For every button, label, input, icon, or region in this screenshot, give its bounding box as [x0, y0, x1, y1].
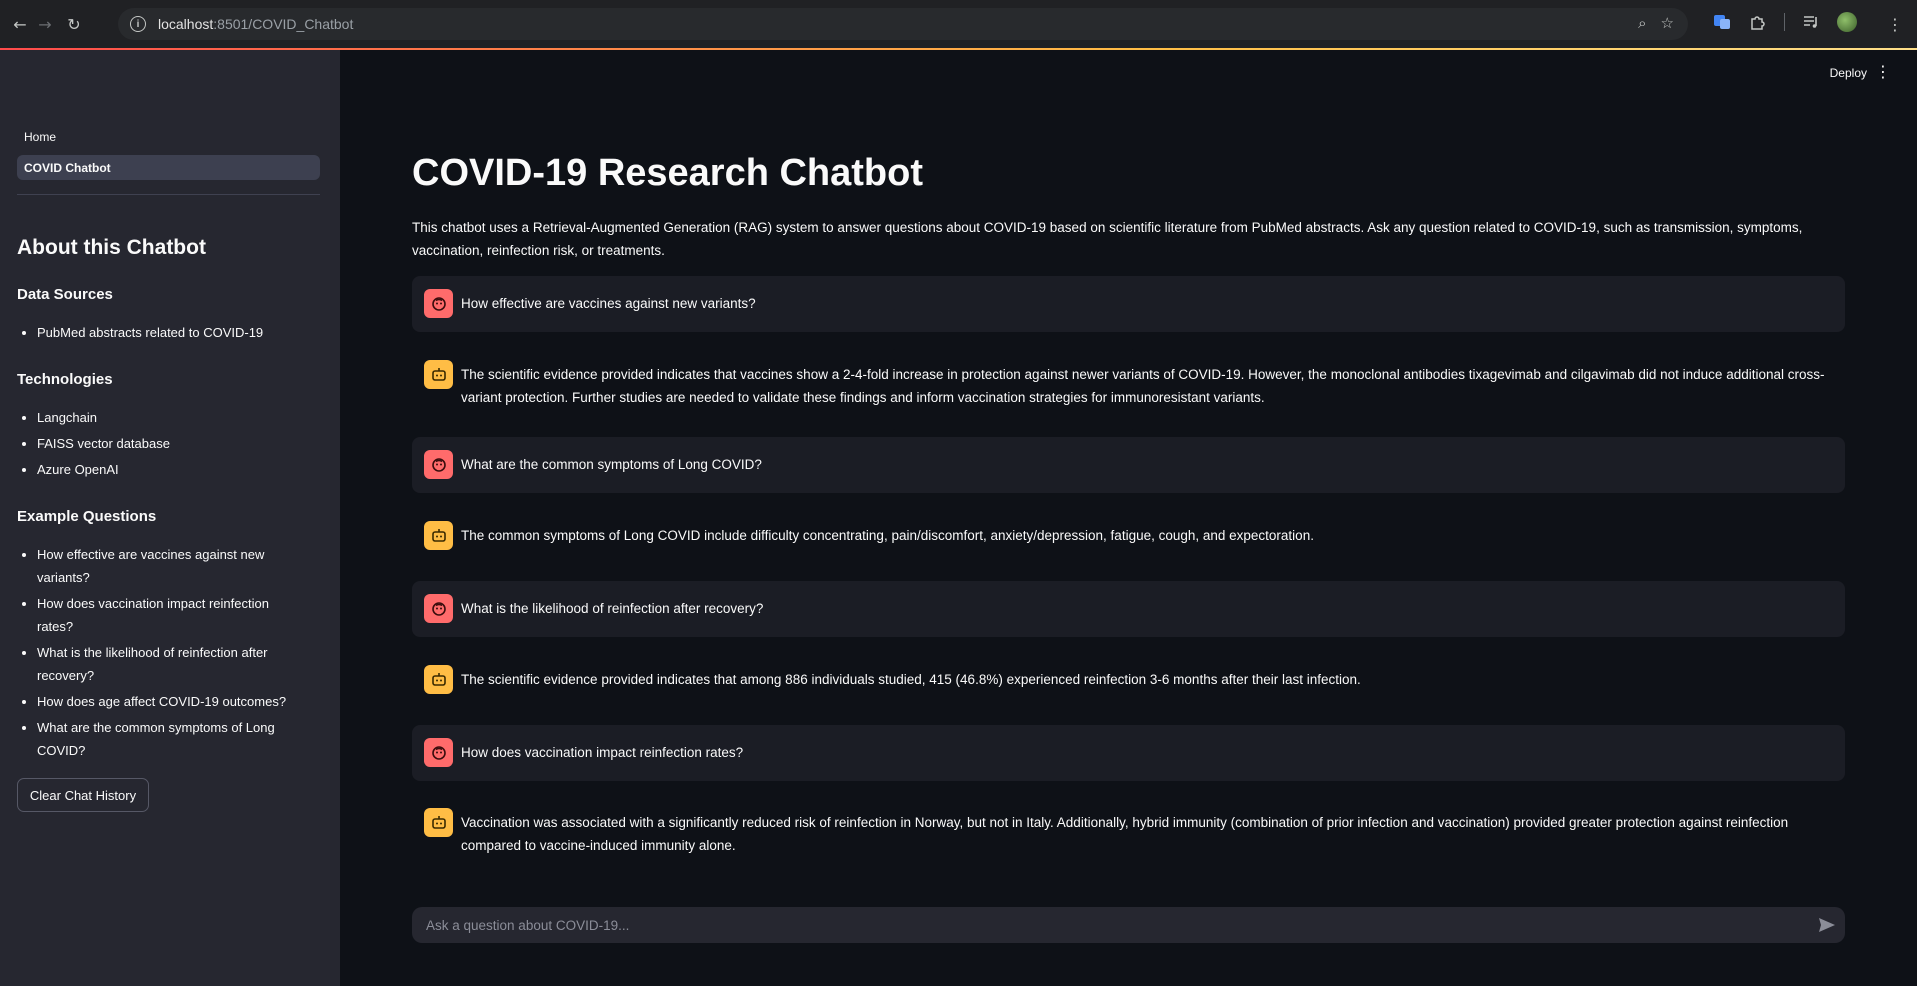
profile-avatar[interactable] — [1837, 12, 1857, 32]
list-item: How does age affect COVID-19 outcomes? — [37, 690, 297, 713]
chat-message-assistant: Vaccination was associated with a signif… — [412, 795, 1845, 895]
message-text: The common symptoms of Long COVID includ… — [461, 528, 1314, 543]
reload-icon[interactable]: ↻ — [56, 6, 92, 42]
zoom-icon[interactable]: ⌕ — [1638, 14, 1646, 32]
about-heading: About this Chatbot — [17, 236, 206, 259]
site-info-icon[interactable]: i — [130, 16, 146, 32]
technologies-list: Langchain FAISS vector database Azure Op… — [37, 406, 297, 484]
assistant-avatar-icon — [424, 665, 453, 694]
browser-toolbar: ← → ↻ i localhost:8501/COVID_Chatbot ⌕ ☆… — [0, 0, 1917, 48]
message-text: How does vaccination impact reinfection … — [461, 745, 744, 760]
media-control-icon[interactable] — [1801, 12, 1821, 32]
assistant-avatar-icon — [424, 808, 453, 837]
url-path: :8501/COVID_Chatbot — [213, 16, 354, 32]
chat-input-container — [412, 907, 1845, 943]
main-menu-icon[interactable]: ⋮ — [1875, 62, 1891, 81]
browser-menu-icon[interactable]: ⋮ — [1877, 6, 1913, 42]
sidebar: Home COVID Chatbot About this Chatbot Da… — [0, 50, 340, 986]
extensions-puzzle-icon[interactable] — [1748, 12, 1768, 32]
user-avatar-icon — [424, 289, 453, 318]
sidebar-item-home[interactable]: Home — [17, 124, 320, 149]
user-avatar-icon — [424, 594, 453, 623]
assistant-avatar-icon — [424, 360, 453, 389]
data-sources-heading: Data Sources — [17, 286, 113, 303]
deploy-button[interactable]: Deploy — [1830, 66, 1867, 80]
message-text: Vaccination was associated with a signif… — [461, 815, 1789, 853]
sidebar-divider — [17, 194, 320, 195]
message-text: The scientific evidence provided indicat… — [461, 367, 1825, 405]
list-item: What are the common symptoms of Long COV… — [37, 716, 297, 762]
bookmark-star-icon[interactable]: ☆ — [1661, 14, 1674, 32]
message-text: The scientific evidence provided indicat… — [461, 672, 1361, 687]
toolbar-separator — [1784, 13, 1785, 31]
intro-text: This chatbot uses a Retrieval-Augmented … — [412, 220, 1803, 258]
chat-message-assistant: The scientific evidence provided indicat… — [412, 652, 1845, 708]
chat-input[interactable] — [426, 917, 1786, 933]
chat-message-user: How effective are vaccines against new v… — [412, 276, 1845, 332]
list-item: How does vaccination impact reinfection … — [37, 592, 297, 638]
message-text: How effective are vaccines against new v… — [461, 296, 756, 311]
message-text: What are the common symptoms of Long COV… — [461, 457, 762, 472]
send-icon[interactable] — [1817, 916, 1837, 934]
chat-message-assistant: The scientific evidence provided indicat… — [412, 347, 1845, 447]
list-item: PubMed abstracts related to COVID-19 — [37, 321, 297, 344]
clear-chat-history-button[interactable]: Clear Chat History — [17, 778, 149, 812]
example-questions-heading: Example Questions — [17, 508, 157, 525]
chat-message-user: What is the likelihood of reinfection af… — [412, 581, 1845, 637]
user-avatar-icon — [424, 738, 453, 767]
list-item: What is the likelihood of reinfection af… — [37, 641, 297, 687]
data-sources-list: PubMed abstracts related to COVID-19 — [37, 321, 297, 347]
assistant-avatar-icon — [424, 521, 453, 550]
user-avatar-icon — [424, 450, 453, 479]
chat-message-user: What are the common symptoms of Long COV… — [412, 437, 1845, 493]
list-item: FAISS vector database — [37, 432, 297, 455]
sidebar-item-covid-chatbot[interactable]: COVID Chatbot — [17, 155, 320, 180]
list-item: Azure OpenAI — [37, 458, 297, 481]
page-title: COVID-19 Research Chatbot — [412, 152, 924, 194]
translate-extension-icon[interactable] — [1712, 12, 1732, 32]
url-host: localhost — [158, 16, 214, 32]
chat-message-assistant: The common symptoms of Long COVID includ… — [412, 508, 1845, 564]
chat-message-user: How does vaccination impact reinfection … — [412, 725, 1845, 781]
main-content: Deploy ⋮ COVID-19 Research Chatbot This … — [340, 50, 1917, 986]
list-item: How effective are vaccines against new v… — [37, 543, 297, 589]
message-text: What is the likelihood of reinfection af… — [461, 601, 764, 616]
sidebar-nav: Home COVID Chatbot — [17, 124, 320, 180]
address-bar[interactable]: i localhost:8501/COVID_Chatbot ⌕ ☆ — [118, 8, 1688, 40]
technologies-heading: Technologies — [17, 371, 113, 388]
list-item: Langchain — [37, 406, 297, 429]
example-questions-list: How effective are vaccines against new v… — [37, 543, 297, 765]
